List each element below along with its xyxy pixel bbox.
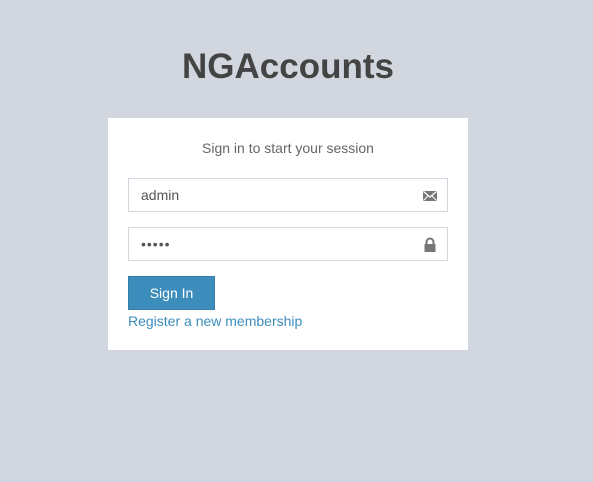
sign-in-button[interactable]: Sign In <box>128 276 215 310</box>
login-box-message: Sign in to start your session <box>202 140 374 156</box>
email-field[interactable] <box>128 178 448 212</box>
app-logo[interactable]: NGAccounts <box>0 44 576 90</box>
lock-icon <box>422 237 438 253</box>
email-input[interactable] <box>129 179 447 211</box>
password-field[interactable] <box>128 227 448 261</box>
login-box: Sign in to start your session Sign In Re… <box>108 118 468 350</box>
envelope-icon <box>422 188 438 204</box>
password-input[interactable] <box>129 228 447 260</box>
register-link[interactable]: Register a new membership <box>128 312 302 330</box>
